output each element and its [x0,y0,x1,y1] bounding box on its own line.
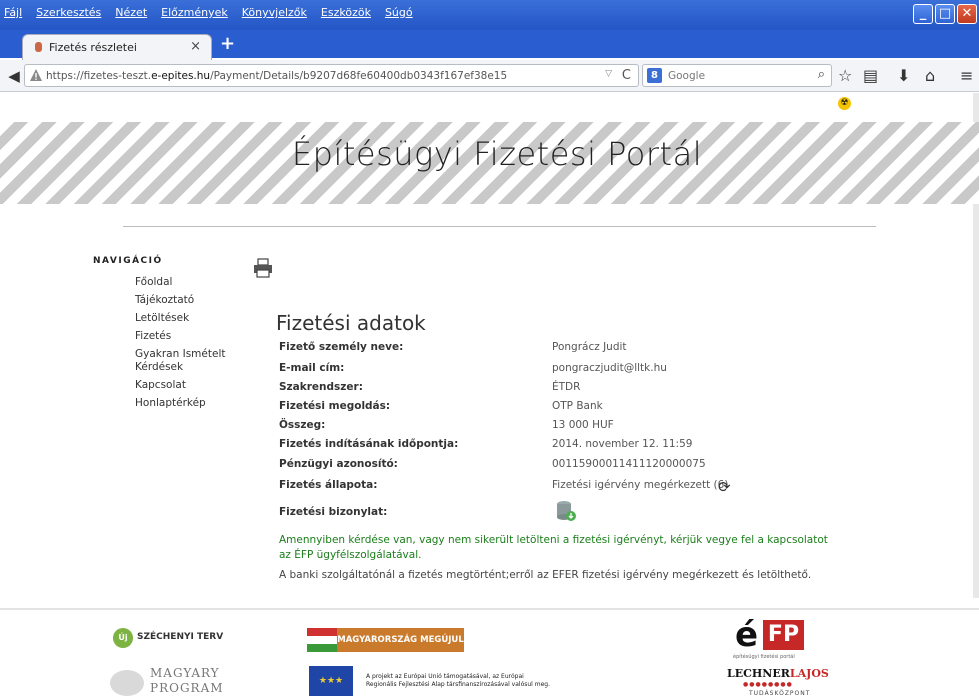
menu-tools[interactable]: Eszközök [321,6,371,19]
detail-row: Pénzügyi azonosító: 00115900011411120000… [279,458,879,476]
detail-value: 13 000 HUF [552,419,614,431]
search-placeholder: Google [668,70,706,82]
home-icon[interactable]: ⌂ [925,66,935,85]
payment-notice: A banki szolgáltatónál a fizetés megtört… [279,569,812,581]
detail-label: Fizetési bizonylat: [279,506,388,518]
window-controls: _ □ ✕ [913,4,977,24]
detail-label: Fizetési megoldás: [279,400,391,412]
eu-funding-text-2: Regionális Fejlesztési Alap társfinanszí… [366,681,550,688]
detail-row: Összeg: 13 000 HUF [279,419,879,437]
url-text: https://fizetes-teszt.e-epites.hu/Paymen… [46,70,507,82]
detail-row: Fizetési megoldás: OTP Bank [279,400,879,418]
lechner-logo-text: LECHNER [727,667,790,680]
menu-edit[interactable]: Szerkesztés [36,6,101,19]
search-engine-icon[interactable]: 8 [647,68,662,83]
tab-title: Fizetés részletei [49,41,137,54]
new-tab-button[interactable]: + [220,33,235,54]
menu-icon[interactable]: ≡ [960,66,973,85]
menu-bookmarks[interactable]: Könyvjelzők [242,6,307,19]
menu-file[interactable]: Fájl [4,6,22,19]
printer-icon[interactable] [253,258,273,278]
magyary-logo-text-2: PROGRAM [150,681,224,695]
receipt-download-icon[interactable] [555,500,577,522]
magyarorszag-megujul-banner: MAGYARORSZÁG MEGÚJUL [337,628,464,652]
menu-help[interactable]: Súgó [385,6,413,19]
navigation-toolbar: ◀ https://fizetes-teszt.e-epites.hu/Paym… [0,60,979,92]
detail-row: Fizetés állapota: Fizetési igérvény megé… [279,479,879,497]
nav-item-downloads[interactable]: Letöltések [135,312,255,325]
detail-label: Pénzügyi azonosító: [279,458,398,470]
detail-value: Pongrácz Judit [552,341,627,353]
search-icon[interactable]: ⌕ [818,67,825,82]
maximize-button[interactable]: □ [935,4,955,24]
warning-icon [30,69,42,81]
back-button[interactable]: ◀ [4,67,24,85]
tab-payment-details[interactable]: Fizetés részletei × [22,34,212,60]
contact-notice: Amennyiben kérdése van, vagy nem sikerül… [279,534,828,561]
favicon-icon [35,42,42,52]
lechner-subtitle: TUDÁSKÖZPONT [749,690,811,697]
sidebar-nav: Főoldal Tájékoztató Letöltések Fizetés G… [135,276,255,415]
tab-close-icon[interactable]: × [190,39,201,54]
nav-item-payment[interactable]: Fizetés [135,330,255,343]
lechner-dots: ●●●●●●●● [743,681,793,688]
section-title: Fizetési adatok [276,311,426,335]
reload-icon[interactable]: C [622,68,631,83]
detail-row: Fizető személy neve: Pongrácz Judit [279,341,879,359]
hungarian-flag-icon [307,628,337,652]
detail-value: pongraczjudit@lltk.hu [552,362,667,374]
radiation-icon: ☢ [838,97,851,110]
magyary-logo-icon [110,670,144,696]
detail-value: OTP Bank [552,400,603,412]
lechner-logo: LECHNERLAJOS [727,667,829,680]
payment-status: Fizetési igérvény megérkezett (6) [552,479,729,491]
szechenyi-logo-icon: Új [113,628,133,648]
detail-row: Fizetés indításának időpontja: 2014. nov… [279,438,879,456]
detail-label: Összeg: [279,419,326,431]
detail-value: 2014. november 12. 11:59 [552,438,693,450]
site-title: Építésügyi Fizetési Portál [291,135,703,173]
footer-divider [0,608,979,610]
detail-row: E-mail cím: pongraczjudit@lltk.hu [279,362,879,380]
detail-value: 00115900011411120000075 [552,458,706,470]
eu-flag-icon: ★★★ [309,666,353,696]
nav-item-sitemap[interactable]: Honlaptérkép [135,397,255,410]
detail-value: ÉTDR [552,381,581,393]
lechner-logo-text-red: LAJOS [789,667,829,680]
efp-logo-subtitle: építésügyi fizetési portál [733,654,795,660]
divider [123,226,876,227]
nav-heading: NAVIGÁCIÓ [93,256,163,266]
nav-item-info[interactable]: Tájékoztató [135,294,255,307]
menu-history[interactable]: Előzmények [161,6,228,19]
detail-row: Fizetési bizonylat: [279,506,879,524]
detail-label: Fizetés állapota: [279,479,378,491]
nav-item-home[interactable]: Főoldal [135,276,255,289]
detail-label: Szakrendszer: [279,381,363,393]
download-icon[interactable]: ⬇ [897,66,910,85]
address-bar[interactable]: https://fizetes-teszt.e-epites.hu/Paymen… [24,64,639,87]
minimize-button[interactable]: _ [913,4,933,24]
close-window-button[interactable]: ✕ [957,4,977,24]
eu-funding-text: A projekt az Európai Unió támogatásával,… [366,673,524,680]
url-host: e-epites.hu [151,70,211,82]
detail-row: Szakrendszer: ÉTDR [279,381,879,399]
menu-view[interactable]: Nézet [115,6,147,19]
detail-label: E-mail cím: [279,362,345,374]
url-dropdown-icon[interactable]: ▽ [605,69,612,79]
detail-label: Fizető személy neve: [279,341,404,353]
reading-list-icon[interactable]: ▤ [863,66,878,85]
magyary-logo-text: MAGYARY [150,666,220,680]
szechenyi-logo-text: SZÉCHENYI TERV [137,632,224,642]
nav-item-contact[interactable]: Kapcsolat [135,379,255,392]
menu-bar: Fájl Szerkesztés Nézet Előzmények Könyvj… [4,6,413,19]
refresh-status-icon[interactable]: ⟳ [718,478,731,496]
url-path: /Payment/Details/b9207d68fe60400db0343f1… [210,70,508,82]
nav-item-faq[interactable]: Gyakran Ismételt Kérdések [135,348,255,374]
efp-logo-e: é [735,615,759,655]
detail-label: Fizetés indításának időpontja: [279,438,459,450]
search-box[interactable]: 8 Google ⌕ [642,64,832,87]
efp-logo-box: FP [763,620,804,650]
bookmark-star-icon[interactable]: ☆ [838,66,852,85]
url-prefix: https://fizetes-teszt. [46,70,152,82]
